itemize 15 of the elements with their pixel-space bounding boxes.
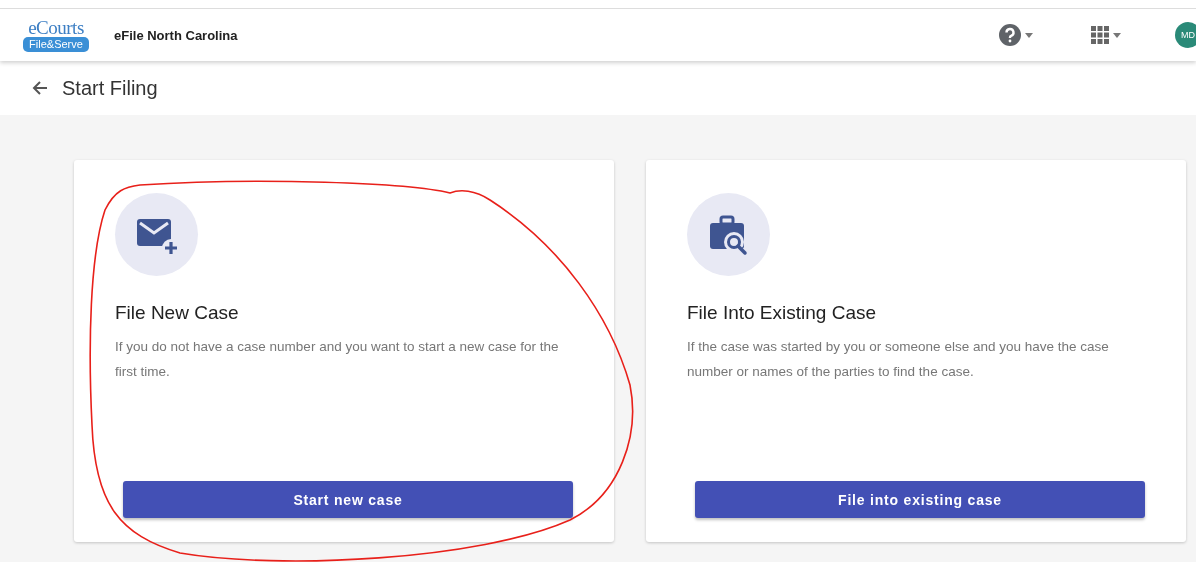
app-title: eFile North Carolina <box>114 27 239 43</box>
ecourts-logo[interactable]: eCourts File&Serve <box>20 18 92 52</box>
card-description: If the case was started by you or someone else and you have the case number or names of the parties to find the case. <box>687 338 1110 381</box>
card-title: File Into Existing Case <box>687 302 878 324</box>
grid-icon <box>1091 26 1109 44</box>
action-button[interactable]: File into existing case <box>695 481 1145 518</box>
page-title: Start Filing <box>62 76 158 100</box>
card-title: File New Case <box>115 302 240 324</box>
caret-icon <box>1113 32 1121 38</box>
card-description: If you do not have a case number and you want to start a new case for the first time. <box>115 338 560 381</box>
help-icon <box>999 24 1021 46</box>
user-avatar[interactable]: MD <box>1175 22 1196 48</box>
back-arrow-icon[interactable] <box>32 80 48 96</box>
action-button[interactable]: Start new case <box>123 481 573 518</box>
caret-icon <box>1025 32 1033 38</box>
